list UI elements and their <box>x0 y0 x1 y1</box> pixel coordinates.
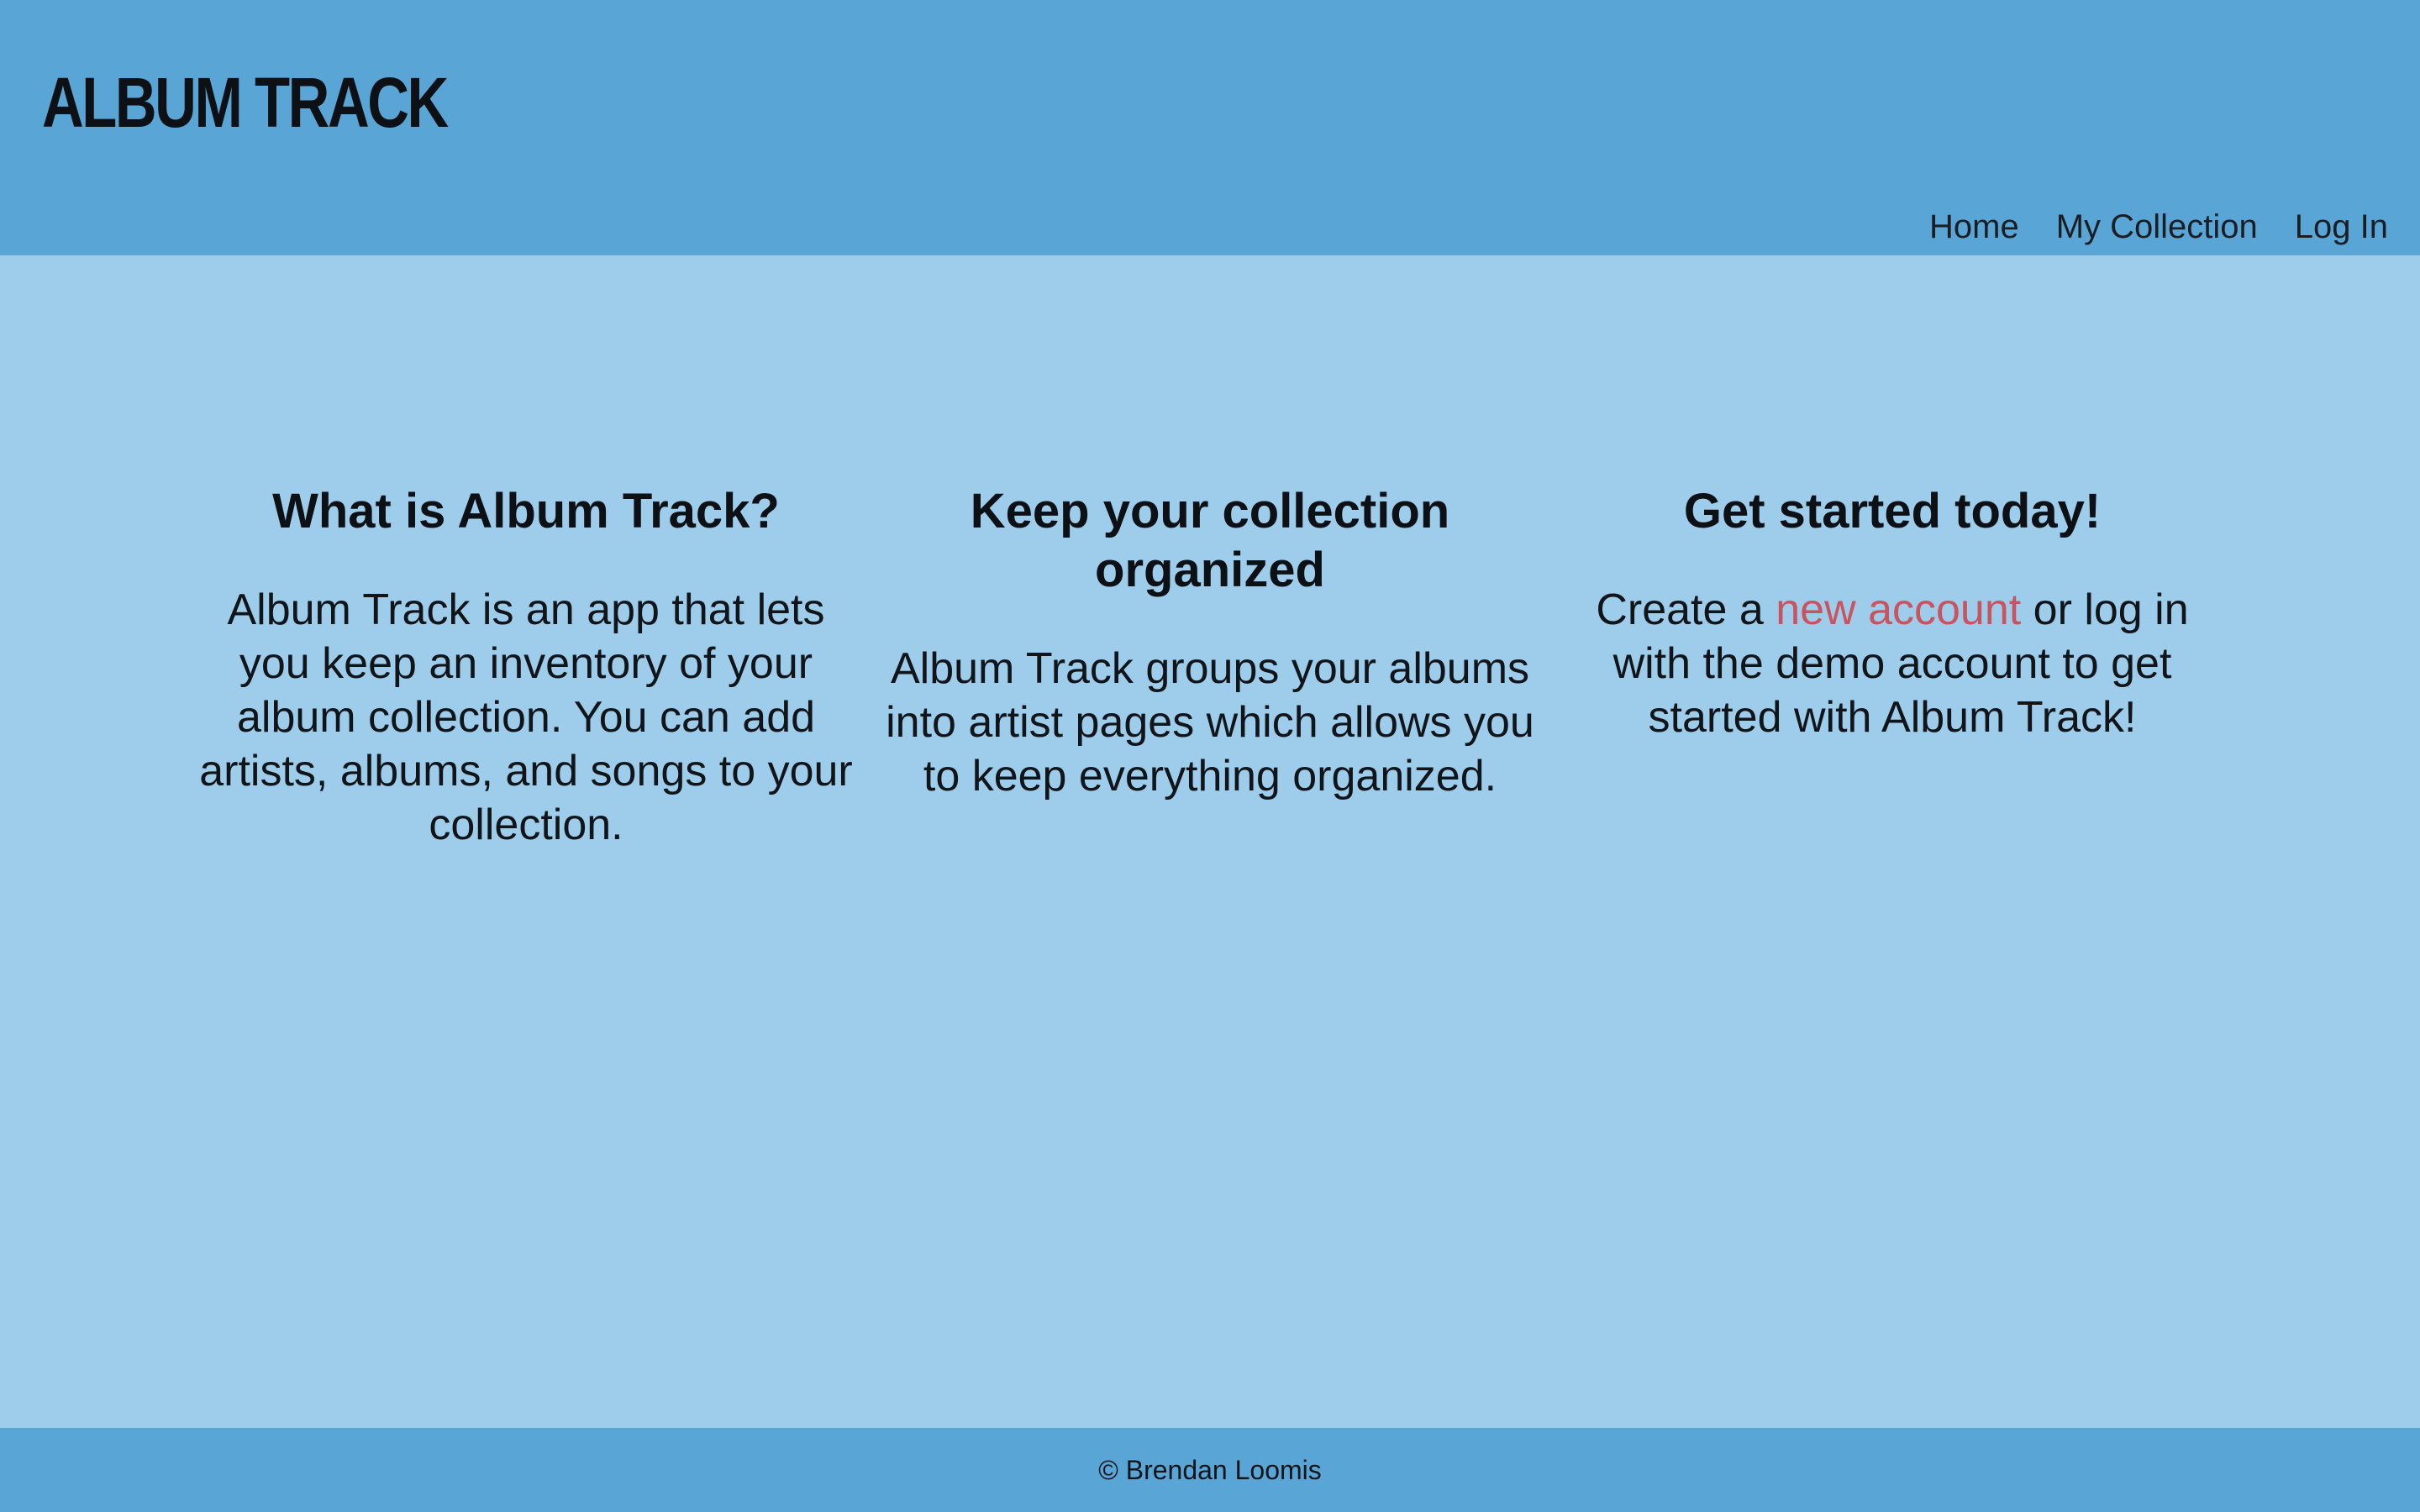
main-nav: Home My Collection Log In <box>1929 205 2388 249</box>
site-header: ALBUM TRACK Home My Collection Log In <box>0 0 2420 255</box>
new-account-link[interactable]: new account <box>1776 585 2021 634</box>
nav-link-home[interactable]: Home <box>1929 205 2019 249</box>
copyright-text: © Brendan Loomis <box>1098 1455 1322 1485</box>
body-prefix: Create a <box>1596 585 1776 634</box>
feature-heading: Keep your collection organized <box>970 484 1450 597</box>
nav-link-my-collection[interactable]: My Collection <box>2056 205 2258 249</box>
feature-body: Create a new account or log in with the … <box>1565 583 2220 744</box>
feature-heading: Get started today! <box>1683 484 2102 538</box>
feature-heading: What is Album Track? <box>272 484 780 538</box>
feature-get-started: Get started today! Create a new account … <box>1565 482 2220 744</box>
feature-what-is: What is Album Track? Album Track is an a… <box>198 482 854 852</box>
site-logo[interactable]: ALBUM TRACK <box>42 60 449 144</box>
main-content: What is Album Track? Album Track is an a… <box>0 255 2420 1428</box>
feature-body: Album Track is an app that lets you keep… <box>199 585 853 849</box>
site-footer: © Brendan Loomis <box>0 1428 2420 1512</box>
feature-body: Album Track groups your albums into arti… <box>886 644 1534 801</box>
feature-organized: Keep your collection organized Album Tra… <box>882 482 1538 803</box>
nav-link-log-in[interactable]: Log In <box>2295 205 2388 249</box>
